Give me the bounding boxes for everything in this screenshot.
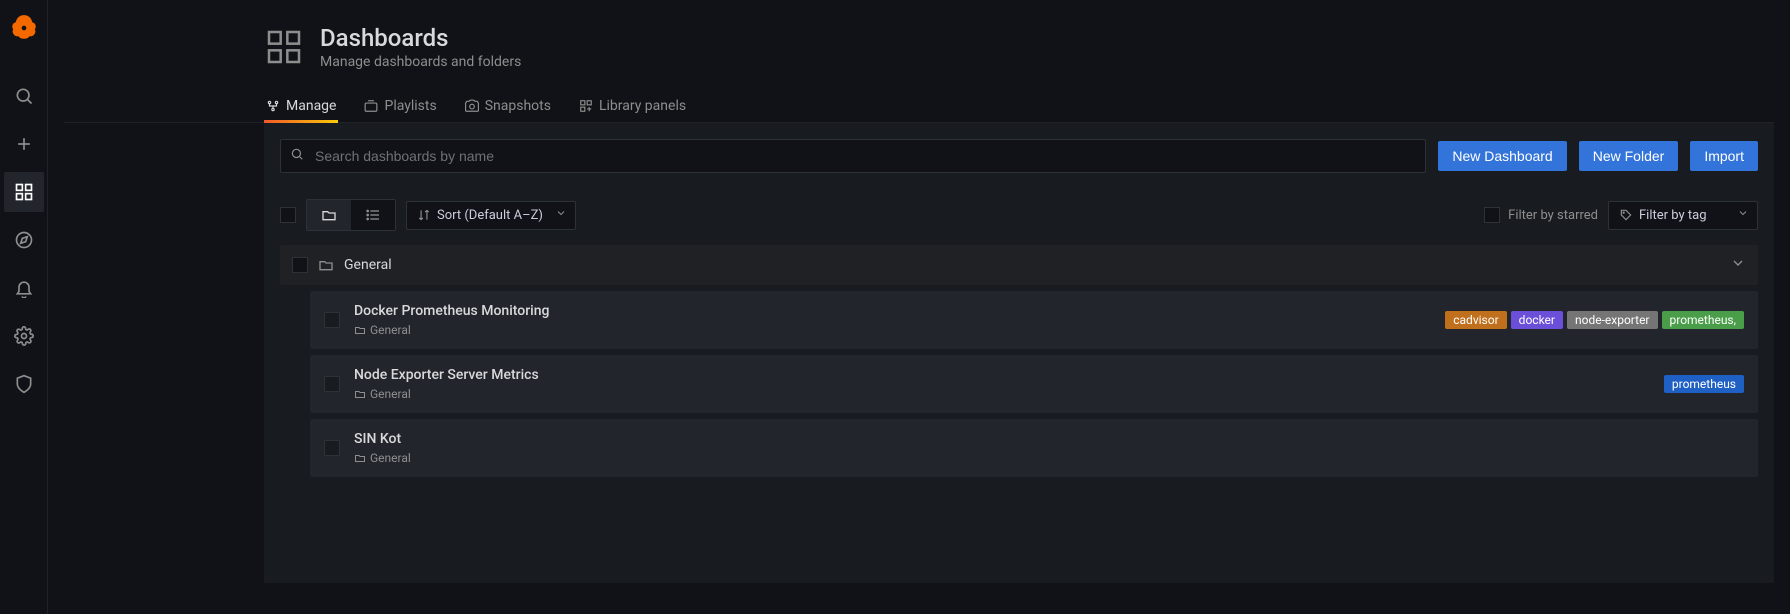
dashboard-folder: General: [354, 323, 1431, 337]
folder-name: General: [344, 257, 392, 273]
tab-label: Library panels: [599, 98, 686, 114]
sort-select[interactable]: Sort (Default A–Z): [406, 201, 576, 230]
dashboard-tag[interactable]: prometheus,: [1662, 311, 1745, 329]
nav-admin-icon[interactable]: [4, 364, 44, 404]
sort-label: Sort (Default A–Z): [437, 208, 543, 223]
dashboard-folder: General: [354, 451, 1730, 465]
tab-manage[interactable]: Manage: [264, 90, 338, 122]
dashboard-tag[interactable]: prometheus: [1664, 375, 1744, 393]
dashboard-item[interactable]: Docker Prometheus Monitoring General cad…: [310, 291, 1758, 349]
dashboard-checkbox[interactable]: [324, 312, 340, 328]
chevron-down-icon: [1737, 207, 1749, 223]
tab-playlists[interactable]: Playlists: [362, 90, 438, 122]
dashboards-icon: [264, 27, 304, 67]
toolbar: New Dashboard New Folder Import: [280, 139, 1758, 173]
tab-snapshots[interactable]: Snapshots: [463, 90, 553, 122]
dashboard-item[interactable]: SIN Kot General: [310, 419, 1758, 477]
grafana-logo[interactable]: [4, 8, 44, 48]
view-folders-button[interactable]: [307, 200, 351, 230]
view-toggle: [306, 199, 396, 231]
page-title: Dashboards: [320, 24, 521, 52]
dashboard-tags: cadvisor dockernode-exporterprometheus,: [1445, 311, 1744, 329]
dashboard-tags: prometheus: [1664, 375, 1744, 393]
main-content: Dashboards Manage dashboards and folders…: [48, 0, 1790, 614]
filter-starred-checkbox[interactable]: [1484, 207, 1500, 223]
page-header: Dashboards Manage dashboards and folders: [64, 0, 1774, 78]
dashboard-title: SIN Kot: [354, 431, 1730, 447]
folder-icon: [318, 257, 334, 273]
dashboard-tag[interactable]: cadvisor: [1445, 311, 1506, 329]
nav-dashboards-icon[interactable]: [4, 172, 44, 212]
select-all-checkbox[interactable]: [280, 207, 296, 223]
tab-label: Snapshots: [485, 98, 551, 114]
new-dashboard-button[interactable]: New Dashboard: [1438, 141, 1566, 171]
dashboard-tag[interactable]: node-exporter: [1567, 311, 1658, 329]
tabs: Manage Playlists Snapshots Library panel…: [64, 78, 1774, 123]
import-button[interactable]: Import: [1690, 141, 1758, 171]
tab-label: Playlists: [384, 98, 436, 114]
dashboard-list: General Docker Prometheus Monitoring Gen…: [280, 245, 1758, 477]
filters-row: Sort (Default A–Z) Filter by starred Fil…: [280, 199, 1758, 231]
folder-checkbox[interactable]: [292, 257, 308, 273]
nav-config-icon[interactable]: [4, 316, 44, 356]
dashboard-folder: General: [354, 387, 1650, 401]
folder-header[interactable]: General: [280, 245, 1758, 285]
dashboard-title: Docker Prometheus Monitoring: [354, 303, 1431, 319]
view-list-button[interactable]: [351, 200, 395, 230]
filter-tag-label: Filter by tag: [1639, 208, 1707, 223]
tab-label: Manage: [286, 98, 336, 114]
search-input[interactable]: [280, 139, 1426, 173]
filter-starred-label: Filter by starred: [1508, 208, 1598, 223]
dashboard-title: Node Exporter Server Metrics: [354, 367, 1650, 383]
nav-search-icon[interactable]: [4, 76, 44, 116]
new-folder-button[interactable]: New Folder: [1579, 141, 1679, 171]
filter-tag-select[interactable]: Filter by tag: [1608, 201, 1758, 230]
filter-starred[interactable]: Filter by starred: [1484, 207, 1598, 223]
dashboard-item[interactable]: Node Exporter Server Metrics General pro…: [310, 355, 1758, 413]
dashboard-checkbox[interactable]: [324, 440, 340, 456]
dashboard-tag[interactable]: docker: [1511, 311, 1563, 329]
chevron-down-icon: [555, 207, 567, 223]
dashboard-checkbox[interactable]: [324, 376, 340, 392]
page-subtitle: Manage dashboards and folders: [320, 54, 521, 70]
side-nav: [0, 0, 48, 614]
nav-create-icon[interactable]: [4, 124, 44, 164]
chevron-down-icon: [1730, 255, 1746, 275]
tab-library-panels[interactable]: Library panels: [577, 90, 688, 122]
nav-explore-icon[interactable]: [4, 220, 44, 260]
nav-alerting-icon[interactable]: [4, 268, 44, 308]
content-panel: New Dashboard New Folder Import Sort (De…: [264, 123, 1774, 583]
